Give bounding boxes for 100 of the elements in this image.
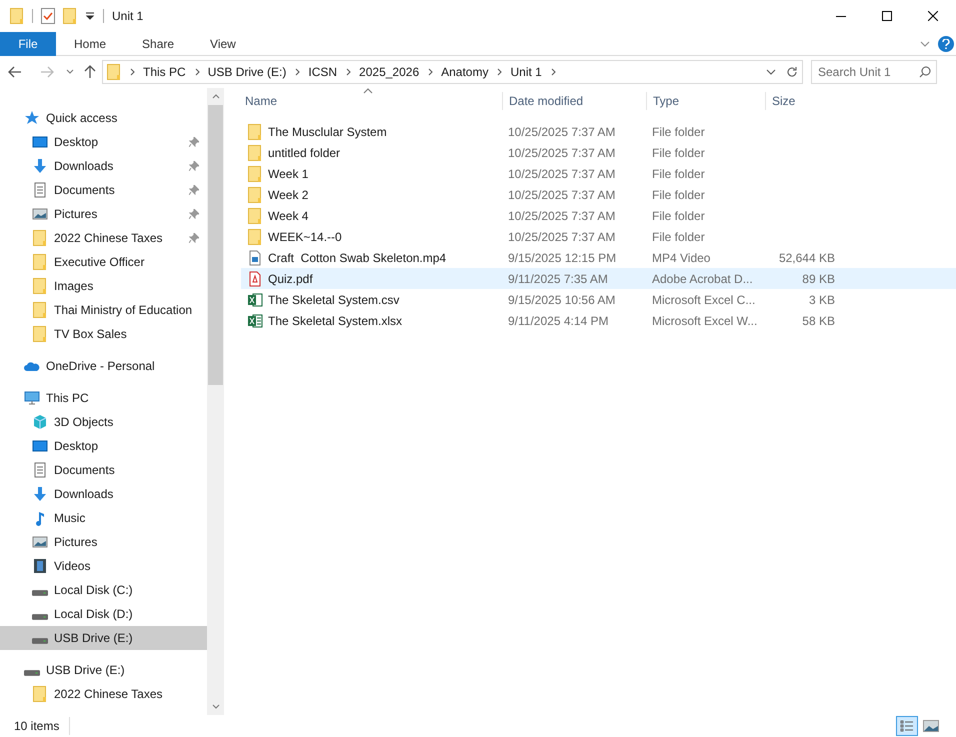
breadcrumb[interactable]: Unit 1 (510, 63, 542, 81)
nav-item[interactable]: Local Disk (C:) (0, 578, 207, 602)
folder-icon (247, 208, 263, 224)
column-header[interactable]: Date modified (502, 92, 646, 110)
file-row[interactable]: Craft Cotton Swab Skeleton.mp4 9/15/2025 12:15 PM MP4 Video 52,644 KB (241, 247, 956, 268)
nav-item[interactable]: Pictures (0, 202, 207, 226)
chevron-right-icon (192, 68, 201, 76)
nav-item[interactable]: This PC (0, 386, 207, 410)
column-header[interactable]: Name (241, 92, 502, 110)
close-icon (928, 11, 938, 21)
nav-item[interactable]: Desktop (0, 130, 207, 154)
nav-item[interactable]: Quick access (0, 106, 207, 130)
file-type: MP4 Video (651, 250, 712, 266)
scrollbar[interactable] (207, 88, 224, 715)
folder-icon (32, 278, 48, 294)
properties-icon[interactable] (41, 8, 55, 24)
file-row[interactable]: Week 1 10/25/2025 7:37 AM File folder (241, 163, 956, 184)
document-icon (32, 182, 48, 198)
file-row[interactable]: The Musclular System 10/25/2025 7:37 AM File folder (241, 121, 956, 142)
nav-item[interactable]: Local Disk (D:) (0, 602, 207, 626)
file-row[interactable]: The Skeletal System.csv 9/15/2025 10:56 AM Microsoft Excel C... 3 KB (241, 289, 956, 310)
nav-item[interactable]: 2022 Chinese Taxes (0, 682, 207, 706)
nav-item[interactable]: Thai Ministry of Education (0, 298, 207, 322)
folder-icon (32, 254, 48, 270)
up-arrow-icon[interactable] (84, 65, 96, 79)
sort-up-icon (363, 88, 373, 94)
chevron-right-icon (495, 68, 504, 76)
file-row[interactable]: Week 4 10/25/2025 7:37 AM File folder (241, 205, 956, 226)
nav-item[interactable]: Pictures (0, 530, 207, 554)
file-type: File folder (651, 208, 706, 224)
nav-item[interactable]: OneDrive - Personal (0, 354, 207, 378)
help-icon[interactable] (938, 36, 954, 52)
breadcrumb[interactable]: 2025_2026 (359, 63, 420, 81)
back-arrow-icon[interactable] (8, 66, 22, 78)
file-name: Quiz.pdf (268, 270, 313, 288)
folder-icon (10, 8, 24, 24)
file-row[interactable]: WEEK~14.--0 10/25/2025 7:37 AM File folder (241, 226, 956, 247)
nav-item[interactable]: Desktop (0, 434, 207, 458)
file-row[interactable]: Quiz.pdf 9/11/2025 7:35 AM Adobe Acrobat D... 89 KB (241, 268, 956, 289)
file-row[interactable]: untitled folder 10/25/2025 7:37 AM File folder (241, 142, 956, 163)
nav-item[interactable]: USB Drive (E:) (0, 626, 207, 650)
search-icon (919, 66, 931, 78)
nav-item[interactable]: USB Drive (E:) (0, 658, 207, 682)
breadcrumb[interactable]: This PC (143, 63, 186, 81)
breadcrumb[interactable]: USB Drive (E:) (208, 63, 286, 81)
date-modified: 10/25/2025 7:37 AM (507, 144, 616, 162)
chevron-down-icon[interactable] (920, 40, 930, 48)
nav-item[interactable]: Documents (0, 458, 207, 482)
pin-icon (189, 209, 199, 219)
nav-item[interactable]: Documents (0, 178, 207, 202)
folder-icon (32, 326, 48, 342)
folder-icon (247, 228, 263, 244)
file-name: The Musclular System (268, 124, 387, 140)
monitor-icon (32, 134, 48, 150)
folder-icon (247, 124, 263, 140)
chevron-down-icon[interactable] (766, 68, 776, 76)
down-arrow-icon (32, 158, 48, 174)
date-modified: 9/11/2025 7:35 AM (507, 270, 609, 288)
nav-item[interactable]: Images (0, 274, 207, 298)
file-name: Week 4 (268, 208, 308, 224)
star-icon (24, 110, 40, 126)
date-modified: 10/25/2025 7:37 AM (507, 228, 616, 246)
refresh-icon[interactable] (786, 66, 798, 78)
address-bar[interactable]: This PC USB Drive (E:) ICSN 2025_2026 Anatomy Unit 1 (102, 60, 803, 84)
nav-item[interactable]: 2022 Chinese Taxes (0, 226, 207, 250)
folder-icon (63, 8, 77, 24)
nav-item[interactable]: Music (0, 506, 207, 530)
ribbon-tab[interactable]: View (192, 32, 254, 56)
nav-item[interactable]: Executive Officer (0, 250, 207, 274)
chevron-up-icon[interactable] (212, 93, 220, 99)
dropdown-icon[interactable] (85, 12, 95, 20)
ribbon-tab[interactable]: Share (124, 32, 192, 56)
column-header[interactable]: Type (646, 92, 765, 110)
nav-item[interactable]: TV Box Sales (0, 322, 207, 346)
video-file-icon (247, 250, 263, 266)
file-type: File folder (651, 166, 706, 182)
column-header[interactable]: Size (765, 92, 839, 110)
file-size: 58 KB (801, 312, 836, 330)
breadcrumb[interactable]: ICSN (308, 63, 338, 81)
nav-item[interactable]: Downloads (0, 154, 207, 178)
spreadsheet-file-icon (247, 312, 263, 328)
search-field[interactable]: Search Unit 1 (811, 60, 937, 84)
chevron-down-icon[interactable] (212, 704, 220, 710)
file-type: File folder (651, 144, 706, 162)
ribbon-tab[interactable]: File (0, 32, 56, 56)
file-row[interactable]: Week 2 10/25/2025 7:37 AM File folder (241, 184, 956, 205)
ribbon-tab[interactable]: Home (56, 32, 124, 56)
breadcrumb[interactable]: Anatomy (441, 63, 488, 81)
file-name: The Skeletal System.xlsx (268, 312, 402, 330)
nav-item[interactable]: 3D Objects (0, 410, 207, 434)
chevron-down-icon[interactable] (66, 69, 74, 75)
folder-icon (247, 186, 263, 202)
nav-item[interactable]: Downloads (0, 482, 207, 506)
file-row[interactable]: The Skeletal System.xlsx 9/11/2025 4:14 PM Microsoft Excel W... 58 KB (241, 310, 956, 331)
nav-item[interactable]: Videos (0, 554, 207, 578)
file-type: Adobe Acrobat D... (651, 270, 754, 288)
details-view-button[interactable] (896, 716, 918, 736)
date-modified: 10/25/2025 7:37 AM (507, 124, 616, 140)
window-title: Unit 1 (112, 8, 144, 25)
file-type: File folder (651, 228, 706, 246)
